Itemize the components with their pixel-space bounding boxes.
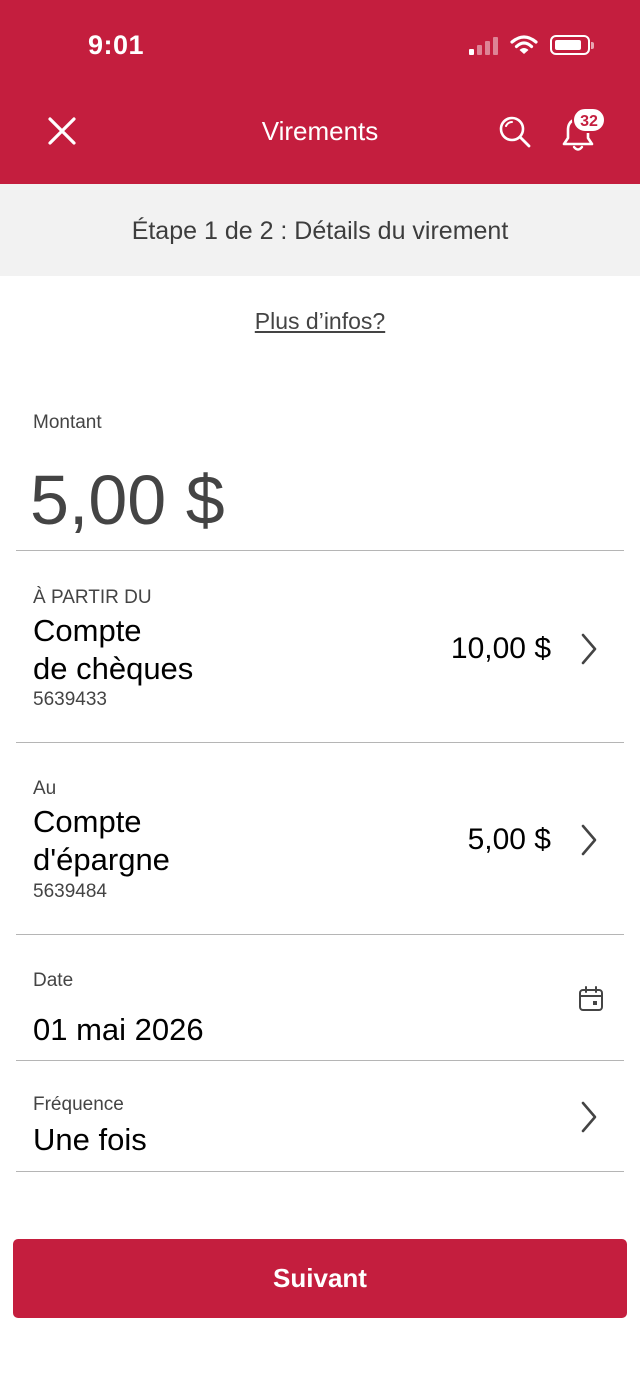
- to-account-balance: 5,00 $: [467, 823, 551, 856]
- step-text: Étape 1 de 2 : Détails du virement: [131, 217, 509, 245]
- frequency-value: Une fois: [33, 1122, 147, 1157]
- battery-icon: [550, 35, 594, 55]
- to-account-label: Au: [33, 778, 57, 799]
- divider: [16, 550, 624, 551]
- amount-label: Montant: [33, 412, 102, 433]
- to-account-name: Compte d'épargne: [33, 803, 293, 879]
- frequency-label: Fréquence: [33, 1094, 124, 1115]
- amount-input[interactable]: 5,00 $: [30, 460, 225, 540]
- next-button[interactable]: Suivant: [13, 1239, 627, 1318]
- divider: [16, 742, 624, 743]
- app-header: 9:01 Virements 32: [0, 0, 640, 184]
- wifi-icon: [510, 35, 538, 54]
- from-account-balance: 10,00 $: [450, 632, 551, 665]
- divider: [16, 934, 624, 935]
- more-info-container: Plus d’infos?: [0, 308, 640, 335]
- from-account-name-line2: de chèques: [33, 651, 194, 686]
- more-info-link[interactable]: Plus d’infos?: [255, 308, 385, 334]
- calendar-icon[interactable]: [578, 986, 604, 1012]
- chevron-right-icon: [581, 633, 597, 665]
- search-icon[interactable]: [496, 113, 534, 151]
- status-time: 9:01: [88, 30, 145, 60]
- page-title: Virements: [261, 116, 379, 146]
- to-account-name-line1: Compte: [33, 804, 142, 839]
- to-account-name-line2: d'épargne: [33, 842, 170, 877]
- notification-count-badge[interactable]: 32: [572, 107, 606, 133]
- date-label: Date: [33, 970, 74, 991]
- chevron-right-icon: [581, 824, 597, 856]
- to-account-number: 5639484: [33, 881, 107, 902]
- status-icons: [469, 34, 594, 56]
- from-account-name: Compte de chèques: [33, 612, 293, 688]
- from-account-name-line1: Compte: [33, 613, 142, 648]
- step-indicator: Étape 1 de 2 : Détails du virement: [0, 184, 640, 276]
- from-account-number: 5639433: [33, 689, 107, 710]
- from-account-label: À PARTIR DU: [33, 587, 152, 608]
- divider: [16, 1171, 624, 1172]
- divider: [16, 1060, 624, 1061]
- cellular-signal-icon: [469, 35, 498, 55]
- chevron-right-icon: [581, 1101, 597, 1133]
- date-value: 01 mai 2026: [33, 1012, 204, 1047]
